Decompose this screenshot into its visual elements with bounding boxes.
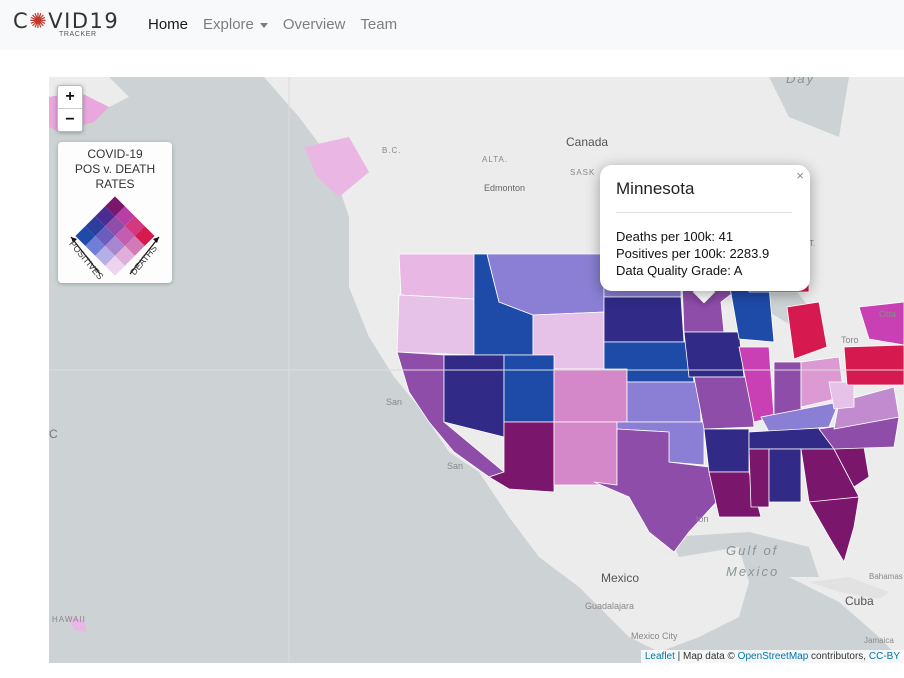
popup-state-name: Minnesota [616, 179, 695, 198]
close-icon[interactable]: × [796, 168, 804, 183]
state-missouri [693, 376, 755, 430]
brand-subtitle: TRACKER [59, 31, 97, 38]
zoom-out-button[interactable]: − [58, 109, 82, 131]
popup-grade: Data Quality Grade: A [616, 263, 743, 278]
label-guadalajara: Guadalajara [585, 601, 635, 611]
covid-map[interactable]: Canada B.C. ALTA. SASK Edmonton Mexico G… [49, 77, 904, 663]
attribution-tail: contributors, [808, 651, 869, 662]
label-edge-c: C [49, 427, 58, 441]
nav-home[interactable]: Home [148, 16, 188, 33]
state-south-dakota [603, 296, 685, 343]
legend-title-line2: POS v. DEATH [74, 162, 156, 176]
attribution-text: | Map data © [674, 651, 738, 662]
navbar: C✺VID19 TRACKER Home Explore Overview Te… [0, 0, 904, 50]
nav-overview[interactable]: Overview [283, 16, 346, 33]
label-mexico-city: Mexico City [631, 631, 678, 641]
label-san-francisco: San [386, 397, 403, 407]
label-canada: Canada [566, 135, 609, 149]
state-colorado [553, 368, 628, 423]
main-nav: Home Explore Overview Team [148, 16, 412, 33]
legend-title-line1: COVID-19 [87, 147, 143, 161]
state-kansas [626, 381, 702, 423]
zoom-control: + − [57, 85, 83, 132]
state-alabama [768, 448, 802, 503]
label-toronto: Toro [841, 335, 859, 345]
nav-explore-dropdown[interactable]: Explore [203, 16, 268, 33]
label-jamaica: Jamaica [864, 636, 894, 645]
label-edmonton: Edmonton [484, 183, 526, 193]
label-houston: ton [696, 514, 709, 524]
legend-title-line3: RATES [95, 177, 135, 191]
brand-name-c: C [13, 9, 30, 33]
popup-divider [616, 212, 792, 213]
state-arkansas [703, 428, 750, 473]
legend-diamond: POSITIVES DEATHS [67, 196, 160, 281]
label-bc: B.C. [382, 146, 402, 155]
zoom-in-button[interactable]: + [58, 86, 82, 109]
state-pennsylvania [843, 344, 904, 386]
state-new-mexico [553, 421, 618, 486]
license-link[interactable]: CC-BY [869, 651, 900, 662]
label-sask: SASK [570, 168, 596, 177]
map-attribution: Leaflet | Map data © OpenStreetMap contr… [640, 650, 904, 663]
brand-name-rest: VID19 [48, 9, 120, 33]
label-hawaii: HAWAII [52, 615, 86, 624]
label-san-diego: San [447, 461, 464, 471]
label-gulf-line2: Mexico [726, 564, 780, 579]
label-ottawa: Otta [879, 309, 897, 319]
popup-positives: Positives per 100k: 2283.9 [616, 246, 770, 261]
label-cuba: Cuba [845, 594, 874, 608]
nav-team[interactable]: Team [360, 16, 397, 33]
nav-explore-label: Explore [203, 16, 254, 33]
state-utah [503, 354, 555, 423]
legend-title: COVID-19 POS v. DEATH RATES [58, 147, 172, 192]
popup-deaths: Deaths per 100k: 41 [616, 229, 734, 244]
bivariate-legend: COVID-19 POS v. DEATH RATES POSITIVES DE… [58, 142, 172, 283]
state-popup: × Minnesota Deaths per 100k: 41 Positive… [600, 165, 810, 291]
osm-link[interactable]: OpenStreetMap [738, 651, 809, 662]
state-oregon [396, 294, 475, 356]
label-mexico: Mexico [601, 571, 640, 585]
brand-name: C✺VID19 [13, 9, 119, 33]
label-bahamas: Bahamas [869, 572, 903, 581]
label-bay: Day [786, 77, 816, 86]
state-mississippi [748, 448, 770, 508]
leaflet-link[interactable]: Leaflet [645, 651, 675, 662]
chevron-down-icon [259, 22, 268, 28]
virus-icon: ✺ [29, 9, 49, 33]
label-alta: ALTA. [482, 155, 509, 164]
brand-logo[interactable]: C✺VID19 TRACKER [13, 8, 118, 40]
label-gulf-line1: Gulf of [726, 543, 779, 558]
state-washington [398, 253, 475, 300]
